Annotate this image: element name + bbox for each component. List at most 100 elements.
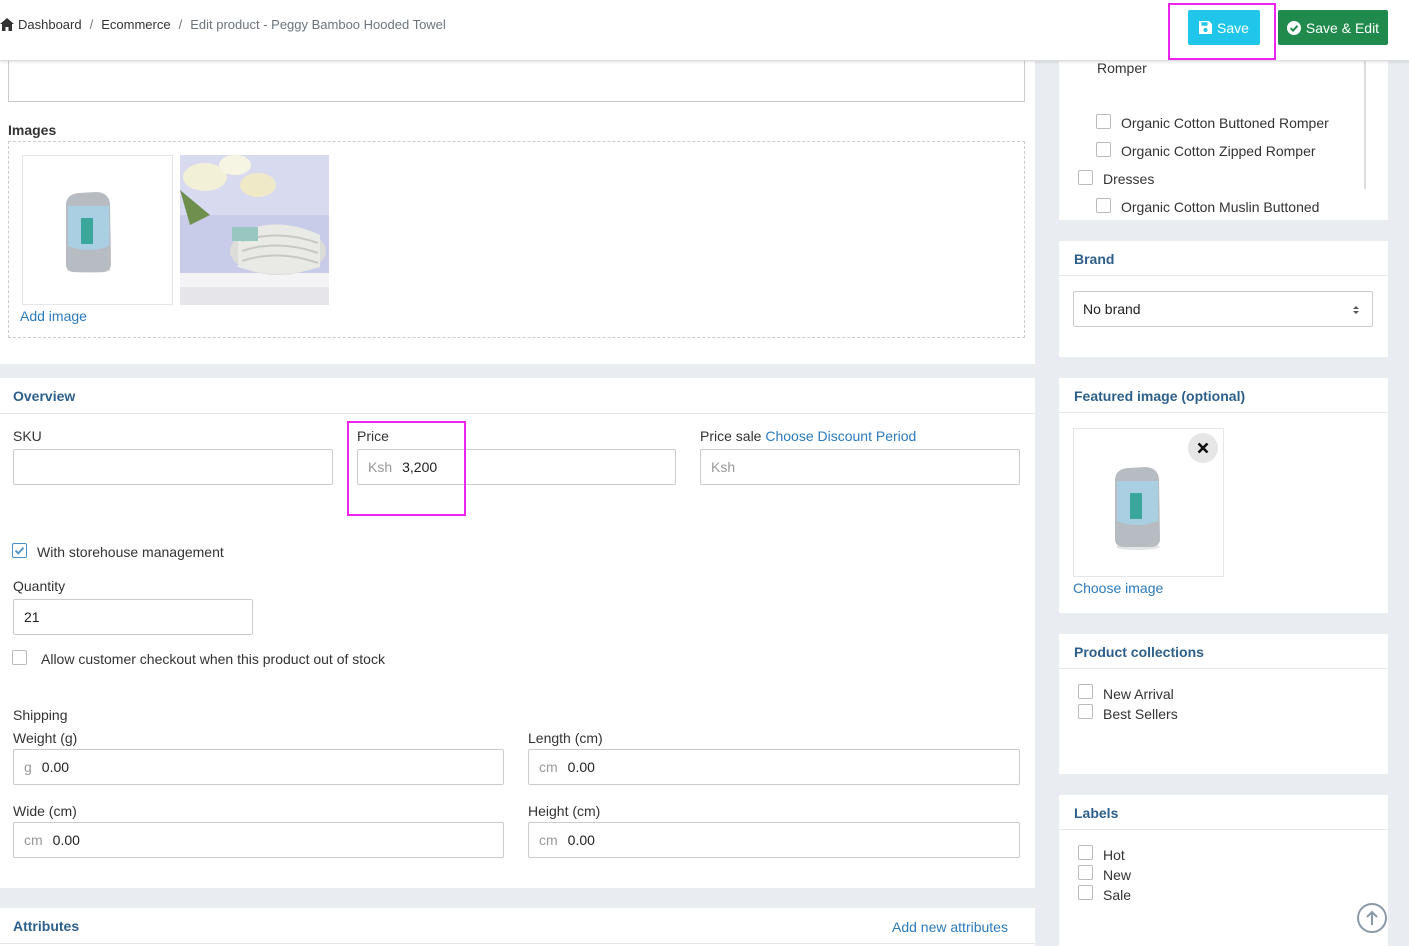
price-currency-prefix: Ksh [368,459,393,475]
height-value: 0.00 [567,832,595,848]
sku-input[interactable] [13,449,333,485]
add-new-attributes-link[interactable]: Add new attributes [892,919,1008,935]
label-checkbox-sale[interactable] [1078,885,1093,900]
wide-input[interactable]: cm 0.00 [13,822,504,858]
length-input[interactable]: cm 0.00 [528,749,1020,785]
brand-selected-value: No brand [1083,301,1141,317]
price-input[interactable]: Ksh 3,200 [357,449,676,485]
save-edit-button-label: Save & Edit [1305,19,1380,36]
weight-input[interactable]: g 0.00 [13,749,504,785]
attributes-divider [0,943,1035,944]
breadcrumb-separator: / [89,17,94,32]
brand-select[interactable]: No brand [1073,291,1373,327]
label-text-sale: Sale [1103,887,1132,903]
towel-image [23,156,172,304]
home-icon [0,18,14,31]
brand-panel: Brand No brand [1059,241,1388,357]
category-label: Dresses [1103,171,1155,187]
allow-checkout-label: Allow customer checkout when this produc… [41,651,385,667]
choose-discount-period-link[interactable]: Choose Discount Period [765,428,916,444]
collection-checkbox-best-sellers[interactable] [1078,704,1093,719]
price-value: 3,200 [402,459,438,475]
breadcrumb-dashboard[interactable]: Dashboard [18,17,82,32]
save-button[interactable]: Save [1188,10,1260,45]
towel-lifestyle-image [180,155,329,305]
category-checkbox[interactable] [1078,170,1093,185]
content-panel: Images Add image [0,61,1035,364]
collections-panel: Product collections New Arrival Best Sel… [1059,634,1388,774]
wide-unit-prefix: cm [24,832,43,848]
save-button-label: Save [1217,19,1249,36]
breadcrumb: Dashboard / Ecommerce / Edit product - P… [0,17,446,32]
height-unit-prefix: cm [539,832,558,848]
collections-title: Product collections [1074,644,1204,660]
shipping-label: Shipping [13,707,68,723]
product-image-thumb[interactable] [22,155,173,305]
breadcrumb-current: Edit product - Peggy Bamboo Hooded Towel [190,17,446,32]
wide-value: 0.00 [52,832,80,848]
scroll-to-top-button[interactable] [1357,903,1387,933]
quantity-value: 21 [24,609,40,625]
floppy-icon [1199,21,1213,34]
description-editor[interactable] [8,61,1025,102]
category-scrollbar[interactable] [1364,61,1366,189]
categories-panel: Romper Organic Cotton Buttoned Romper Orga… [1059,60,1388,220]
check-circle-icon [1286,20,1301,35]
images-dropzone[interactable]: Add image [8,141,1025,338]
check-icon [14,546,25,555]
price-sale-label: Price sale [700,428,762,444]
category-label: Romper [1097,60,1147,76]
overview-title: Overview [13,388,76,404]
weight-value: 0.00 [41,759,70,775]
overview-divider [0,413,1035,414]
height-input[interactable]: cm 0.00 [528,822,1020,858]
length-value: 0.00 [567,759,595,775]
images-title: Images [8,122,57,138]
overview-panel: Overview SKU Price Ksh 3,200 Price sale … [0,378,1035,888]
quantity-input[interactable]: 21 [13,599,253,635]
top-bar: Dashboard / Ecommerce / Edit product - P… [0,0,1409,61]
label-checkbox-hot[interactable] [1078,845,1093,860]
featured-image-panel: Featured image (optional) Choose image [1059,378,1388,613]
save-edit-button[interactable]: Save & Edit [1278,10,1388,45]
price-label: Price [357,428,389,444]
category-checkbox[interactable] [1096,114,1111,129]
category-checkbox[interactable] [1096,198,1111,213]
category-checkbox[interactable] [1096,142,1111,157]
attributes-title: Attributes [13,918,80,934]
labels-panel: Labels Hot New Sale [1059,795,1388,946]
featured-image-divider [1059,412,1388,413]
sku-label: SKU [13,428,42,444]
brand-divider [1059,275,1388,276]
label-checkbox-new[interactable] [1078,865,1093,880]
add-image-link[interactable]: Add image [20,308,87,324]
collection-checkbox-new-arrival[interactable] [1078,684,1093,699]
labels-divider [1059,829,1388,830]
label-text-hot: Hot [1103,847,1125,863]
category-label: Organic Cotton Zipped Romper [1121,143,1316,159]
featured-image-title: Featured image (optional) [1074,388,1246,404]
collection-label-new-arrival: New Arrival [1103,686,1174,702]
collection-label-best-sellers: Best Sellers [1103,706,1178,722]
quantity-label: Quantity [13,578,66,594]
label-text-new: New [1103,867,1132,883]
price-sale-label-row: Price sale Choose Discount Period [700,428,916,444]
category-label: Organic Cotton Buttoned Romper [1121,115,1329,131]
length-unit-prefix: cm [539,759,558,775]
collections-divider [1059,668,1388,669]
choose-image-link[interactable]: Choose image [1073,580,1163,596]
storehouse-checkbox[interactable] [12,543,27,558]
remove-featured-image-button[interactable] [1188,433,1218,463]
close-icon [1197,442,1209,454]
breadcrumb-ecommerce[interactable]: Ecommerce [101,17,170,32]
allow-checkout-checkbox[interactable] [12,650,27,665]
product-image-lifestyle[interactable] [180,155,329,305]
height-label: Height (cm) [528,803,601,819]
weight-label: Weight (g) [13,730,78,746]
category-label: Organic Cotton Muslin Buttoned [1121,199,1320,215]
wide-label: Wide (cm) [13,803,77,819]
select-caret-icon [1353,306,1359,314]
price-sale-input[interactable]: Ksh [700,449,1020,485]
storehouse-label: With storehouse management [37,544,224,560]
labels-title: Labels [1074,805,1119,821]
